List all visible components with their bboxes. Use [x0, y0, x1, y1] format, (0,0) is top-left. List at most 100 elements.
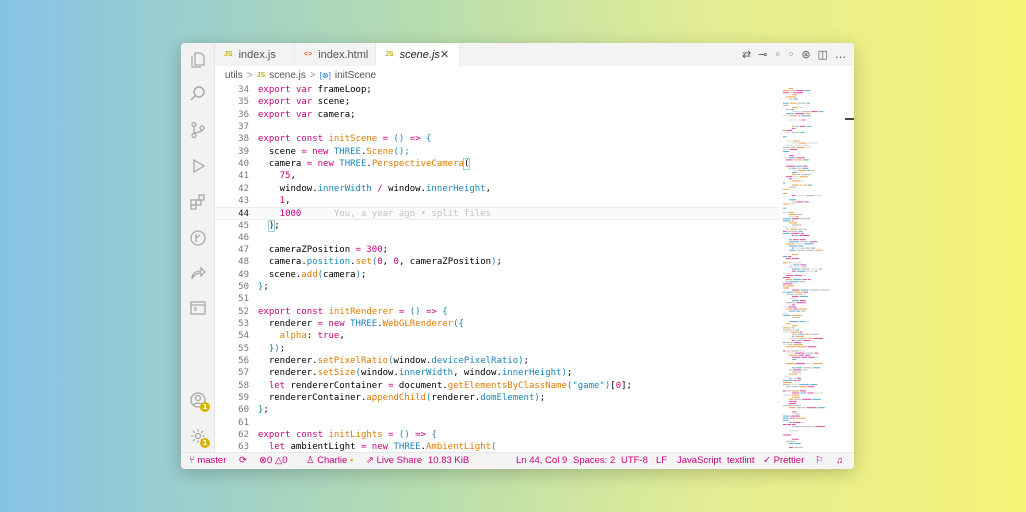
- code-line[interactable]: 40 camera = new THREE.PerspectiveCamera(: [215, 157, 805, 170]
- code-line[interactable]: 43 1,: [215, 195, 805, 207]
- code-line[interactable]: 55 });: [215, 343, 805, 355]
- line-number: 56: [238, 356, 249, 367]
- minimap[interactable]: [779, 84, 843, 452]
- code-line[interactable]: 62 export const initLights = () => {: [215, 429, 805, 441]
- code-token: :: [306, 331, 318, 342]
- code-line[interactable]: 36 export var camera;: [215, 109, 805, 121]
- code-token: window.: [258, 183, 318, 194]
- prettier-status[interactable]: ✓ Prettier: [763, 453, 804, 469]
- live-share-status[interactable]: ⇗ Live Share: [366, 453, 422, 469]
- code-token: = new: [306, 158, 340, 169]
- git-graph-icon[interactable]: [189, 229, 207, 247]
- explorer-icon[interactable]: [189, 51, 207, 69]
- more-actions-icon[interactable]: …: [835, 48, 846, 61]
- code-line[interactable]: 41 75,: [215, 170, 805, 182]
- code-line[interactable]: 45 );: [215, 219, 805, 232]
- code-line[interactable]: 61: [215, 417, 805, 429]
- encoding[interactable]: UTF-8: [621, 453, 648, 469]
- breadcrumb-symbol[interactable]: initScene: [335, 70, 376, 81]
- code-editor[interactable]: 34 export var frameLoop; 35 export var scen…: [215, 84, 805, 452]
- close-tab-icon[interactable]: ✕: [440, 48, 449, 61]
- next-change-icon[interactable]: ◦: [788, 48, 795, 61]
- code-line[interactable]: 50};: [215, 281, 805, 293]
- code-line[interactable]: 34 export var frameLoop;: [215, 84, 805, 96]
- code-text: );: [258, 219, 280, 232]
- run-debug-icon[interactable]: [189, 157, 207, 175]
- code-token: THREE: [339, 158, 367, 169]
- breadcrumb-folder[interactable]: utils: [225, 70, 243, 81]
- code-line[interactable]: 42 window.innerWidth / window.innerHeigh…: [215, 183, 805, 195]
- code-token: {: [426, 134, 432, 145]
- feedback-icon[interactable]: ⚐: [815, 453, 824, 469]
- code-line[interactable]: 60};: [215, 404, 805, 416]
- code-line[interactable]: 47 cameraZPosition = 300;: [215, 244, 805, 256]
- user-status[interactable]: ♙ Charlie ▪: [306, 453, 353, 469]
- code-text: scene = new THREE.Scene();: [258, 146, 410, 158]
- chevron-right-icon: >: [246, 69, 253, 81]
- tab-index-html[interactable]: <> index.html: [295, 43, 376, 66]
- live-share-icon[interactable]: [189, 264, 207, 282]
- accounts-icon[interactable]: 1: [189, 391, 210, 412]
- code-token: devicePixelRatio: [431, 356, 519, 367]
- code-token: renderer.: [258, 356, 318, 367]
- language-mode[interactable]: JavaScript: [677, 453, 721, 469]
- js-file-icon: JS: [224, 51, 233, 58]
- notifications-bell-icon[interactable]: ♫: [836, 453, 843, 469]
- code-line[interactable]: 57 renderer.setSize(window.innerWidth, w…: [215, 367, 805, 379]
- tab-index-js[interactable]: JS index.js: [215, 43, 295, 66]
- branch-status[interactable]: ⑂ master: [189, 453, 226, 469]
- code-token: true: [317, 331, 340, 342]
- tab-label: index.html: [318, 48, 369, 61]
- code-line[interactable]: 39 scene = new THREE.Scene();: [215, 146, 805, 158]
- code-line[interactable]: 51: [215, 293, 805, 305]
- accounts-badge: 1: [200, 402, 210, 412]
- code-token: 300: [366, 245, 383, 256]
- scrollbar-position-marker[interactable]: [845, 118, 854, 120]
- code-line[interactable]: 46: [215, 232, 805, 244]
- problems-status[interactable]: ⊗0 △0: [259, 453, 288, 469]
- code-token: =: [398, 306, 410, 317]
- line-number: 55: [238, 343, 249, 354]
- breadcrumb-file[interactable]: scene.js: [269, 70, 306, 81]
- code-line[interactable]: 54 alpha: true,: [215, 330, 805, 342]
- code-token: scene;: [317, 97, 351, 108]
- previous-change-icon[interactable]: ◦: [774, 48, 781, 61]
- indentation[interactable]: Spaces: 2: [573, 453, 615, 469]
- code-token: ;: [539, 393, 546, 403]
- live-share-label: Live Share: [376, 455, 423, 466]
- code-line[interactable]: 59 rendererContainer.appendChild(rendere…: [215, 392, 805, 404]
- code-line[interactable]: 48 camera.position.set(0, 0, cameraZPosi…: [215, 256, 805, 268]
- settings-gear-icon[interactable]: 1: [189, 427, 210, 448]
- line-number: 60: [238, 405, 249, 416]
- extensions-icon[interactable]: [189, 193, 207, 211]
- sync-icon[interactable]: ⟳: [239, 453, 247, 469]
- git-commit-icon[interactable]: ⊸: [758, 48, 767, 61]
- code-line[interactable]: 44 1000 You, a year ago • split files: [215, 207, 805, 220]
- search-icon[interactable]: [189, 85, 207, 103]
- code-line[interactable]: 63 let ambientLight = new THREE.AmbientL…: [215, 441, 805, 452]
- open-changes-icon[interactable]: ⊛: [801, 48, 810, 61]
- split-editor-icon[interactable]: ◫: [818, 48, 828, 61]
- code-line[interactable]: 38 export const initScene = () => {: [215, 133, 805, 145]
- code-line[interactable]: 58 let rendererContainer = document.getE…: [215, 380, 805, 392]
- code-line[interactable]: 49 scene.add(camera);: [215, 269, 805, 281]
- code-token: =>: [426, 306, 443, 317]
- code-token: innerHeight: [426, 183, 486, 194]
- code-line[interactable]: 53 renderer = new THREE.WebGLRenderer({: [215, 318, 805, 330]
- code-token: ;: [274, 220, 280, 231]
- line-number: 61: [238, 417, 249, 428]
- tab-scene-js[interactable]: JS scene.js ✕: [376, 43, 460, 66]
- code-line[interactable]: 52 export const initRenderer = () => {: [215, 306, 805, 318]
- code-token: =>: [409, 134, 427, 145]
- compare-changes-icon[interactable]: ⇄: [742, 48, 751, 61]
- code-line[interactable]: 37: [215, 121, 805, 133]
- code-line[interactable]: 56 renderer.setPixelRatio(window.deviceP…: [215, 355, 805, 367]
- linter-status[interactable]: textlint: [727, 453, 754, 469]
- code-text: renderer = new THREE.WebGLRenderer({: [258, 318, 464, 330]
- cursor-position[interactable]: Ln 44, Col 9: [516, 453, 567, 469]
- line-number: 39: [238, 146, 249, 157]
- end-of-line[interactable]: LF: [656, 453, 667, 469]
- code-line[interactable]: 35 export var scene;: [215, 96, 805, 108]
- remote-explorer-icon[interactable]: [189, 299, 207, 317]
- source-control-icon[interactable]: [189, 121, 207, 139]
